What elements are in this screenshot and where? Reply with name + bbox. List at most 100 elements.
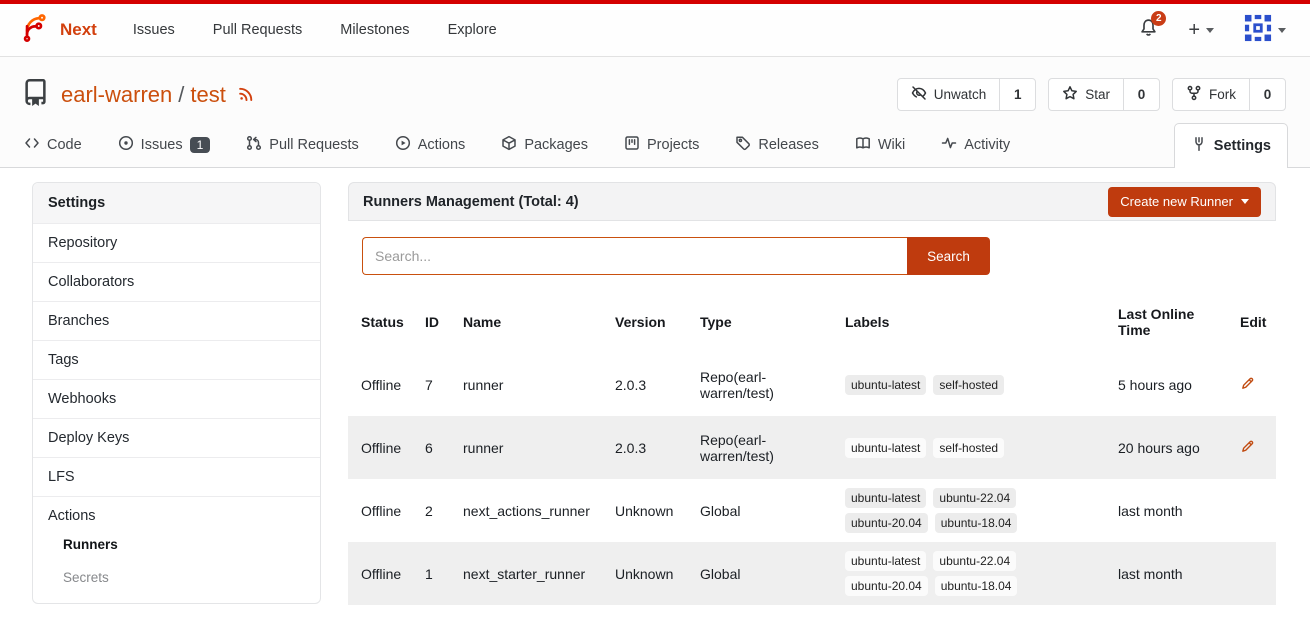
tab-wiki[interactable]: Wiki <box>853 123 907 167</box>
fork-label: Fork <box>1209 87 1236 102</box>
code-icon <box>24 135 40 155</box>
runner-label: ubuntu-18.04 <box>935 513 1018 533</box>
page-title: Runners Management (Total: 4) <box>363 194 579 210</box>
runner-status: Offline <box>361 440 425 456</box>
runner-id: 7 <box>425 377 463 393</box>
repo-icon <box>22 79 49 111</box>
repo-header: earl-warren / test Unwatch1Star0Fork0 Co… <box>0 57 1310 168</box>
repo-name-link[interactable]: test <box>190 82 225 108</box>
sidebar-actions-label[interactable]: Actions <box>48 508 305 524</box>
unwatch-count[interactable]: 1 <box>999 79 1035 110</box>
runner-type: Global <box>700 503 845 519</box>
tab-issues[interactable]: Issues1 <box>116 123 213 167</box>
runner-label: ubuntu-20.04 <box>845 513 928 533</box>
star-label: Star <box>1085 87 1110 102</box>
nav-item-milestones[interactable]: Milestones <box>340 22 409 38</box>
pull-request-icon <box>246 135 262 155</box>
tab-label: Wiki <box>878 137 905 153</box>
brand-name: Next <box>60 20 97 40</box>
runner-status: Offline <box>361 377 425 393</box>
tab-settings[interactable]: Settings <box>1174 123 1288 168</box>
runner-version: Unknown <box>615 566 700 582</box>
runner-name: runner <box>463 440 615 456</box>
unwatch-label: Unwatch <box>934 87 987 102</box>
repo-tabbar: Code Issues1 Pull Requests Actions Packages P… <box>0 123 1310 168</box>
create-new-runner-button[interactable]: Create new Runner <box>1108 187 1261 217</box>
tab-projects[interactable]: Projects <box>622 123 701 167</box>
chevron-down-icon <box>1206 28 1214 33</box>
tab-pull-requests[interactable]: Pull Requests <box>244 123 360 167</box>
runner-label-chips: ubuntu-latestself-hosted <box>845 375 1037 395</box>
tab-actions[interactable]: Actions <box>393 123 468 167</box>
search-button[interactable]: Search <box>907 237 990 275</box>
nav-item-pull-requests[interactable]: Pull Requests <box>213 22 302 38</box>
tab-code[interactable]: Code <box>22 123 84 167</box>
tab-label: Packages <box>524 137 588 153</box>
runner-label: ubuntu-18.04 <box>935 576 1018 596</box>
column-header-id: ID <box>425 314 463 330</box>
tab-label: Actions <box>418 137 466 153</box>
panel-header: Runners Management (Total: 4) Create new… <box>348 182 1276 221</box>
runner-name: next_actions_runner <box>463 503 615 519</box>
sidebar-item-runners[interactable]: Runners <box>48 533 305 557</box>
tab-activity[interactable]: Activity <box>939 123 1012 167</box>
sidebar-item-branches[interactable]: Branches <box>33 302 320 341</box>
tab-packages[interactable]: Packages <box>499 123 590 167</box>
sidebar-item-deploy-keys[interactable]: Deploy Keys <box>33 419 320 458</box>
tab-label: Issues <box>141 137 183 153</box>
nav-right: 2 + <box>1139 14 1286 47</box>
sidebar-item-lfs[interactable]: LFS <box>33 458 320 497</box>
runner-status: Offline <box>361 503 425 519</box>
repo-owner-link[interactable]: earl-warren <box>61 82 172 108</box>
runner-label-chips: ubuntu-latestubuntu-22.04ubuntu-20.04ubu… <box>845 488 1037 533</box>
runner-version: Unknown <box>615 503 700 519</box>
tag-icon <box>735 135 751 155</box>
tab-label: Code <box>47 137 82 153</box>
repo-action-fork: Fork 0 <box>1172 78 1286 111</box>
runner-last-online: 5 hours ago <box>1118 377 1240 393</box>
notifications-button[interactable]: 2 <box>1139 18 1158 42</box>
fork-count[interactable]: 0 <box>1249 79 1285 110</box>
actions-icon <box>395 135 411 155</box>
runner-search: Search <box>362 237 1262 275</box>
star-button[interactable]: Star <box>1049 79 1123 110</box>
runner-labels: ubuntu-latestubuntu-22.04ubuntu-20.04ubu… <box>845 488 1118 533</box>
tab-releases[interactable]: Releases <box>733 123 820 167</box>
tab-label: Projects <box>647 137 699 153</box>
avatar <box>1244 14 1272 47</box>
search-input[interactable] <box>362 237 907 275</box>
runner-label: ubuntu-latest <box>845 375 926 395</box>
notification-count-badge: 2 <box>1151 11 1166 26</box>
sidebar-item-collaborators[interactable]: Collaborators <box>33 263 320 302</box>
nav-item-issues[interactable]: Issues <box>133 22 175 38</box>
runner-name: runner <box>463 377 615 393</box>
tools-icon <box>1191 136 1207 156</box>
edit-runner-button[interactable] <box>1240 376 1255 391</box>
runner-status: Offline <box>361 566 425 582</box>
sidebar-item-repository[interactable]: Repository <box>33 224 320 263</box>
sidebar-item-tags[interactable]: Tags <box>33 341 320 380</box>
runner-last-online: last month <box>1118 566 1240 582</box>
tab-label: Pull Requests <box>269 137 358 153</box>
table-header-row: StatusIDNameVersionTypeLabelsLast Online… <box>348 291 1276 353</box>
fork-button[interactable]: Fork <box>1173 79 1249 110</box>
rss-feed-icon[interactable] <box>238 82 255 108</box>
unwatch-button[interactable]: Unwatch <box>898 79 1000 110</box>
table-row: Offline7runner2.0.3Repo(earl-warren/test… <box>348 353 1276 416</box>
tab-label: Activity <box>964 137 1010 153</box>
bell-icon <box>1139 24 1158 41</box>
repo-action-unwatch: Unwatch 1 <box>897 78 1037 111</box>
user-menu-button[interactable] <box>1244 14 1286 47</box>
sidebar-item-webhooks[interactable]: Webhooks <box>33 380 320 419</box>
runner-label: ubuntu-latest <box>845 438 926 458</box>
sidebar-header: Settings <box>33 183 320 224</box>
brand[interactable]: Next <box>20 13 97 48</box>
sidebar-item-actions[interactable]: Actions Runners Secrets <box>33 497 320 603</box>
runner-id: 6 <box>425 440 463 456</box>
sidebar-item-secrets[interactable]: Secrets <box>48 566 305 590</box>
create-new-button[interactable]: + <box>1188 19 1214 42</box>
star-count[interactable]: 0 <box>1123 79 1159 110</box>
nav-item-explore[interactable]: Explore <box>448 22 497 38</box>
runner-type-text: Global <box>700 503 740 519</box>
edit-runner-button[interactable] <box>1240 439 1255 454</box>
